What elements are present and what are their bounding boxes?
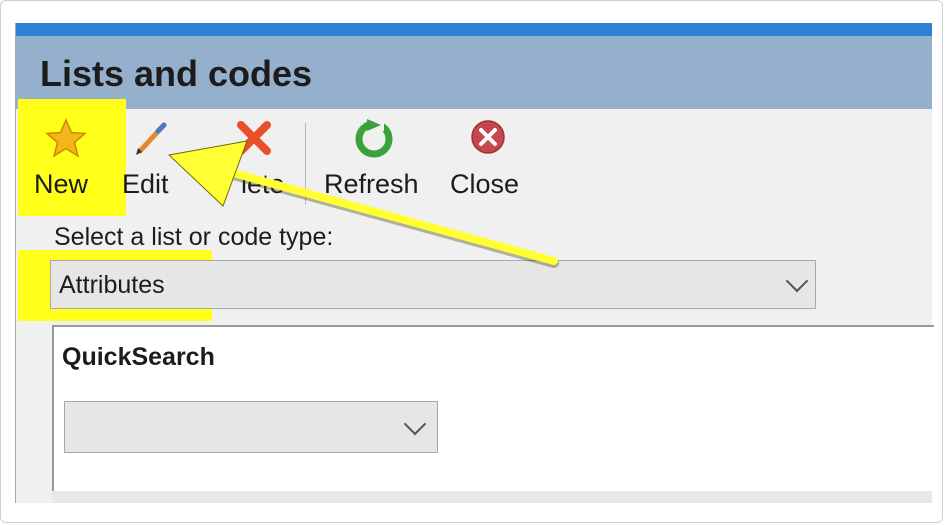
- annotation-arrow: [167, 140, 559, 268]
- screenshot-frame: Lists and codes New Edit Refresh Close S…: [0, 0, 943, 523]
